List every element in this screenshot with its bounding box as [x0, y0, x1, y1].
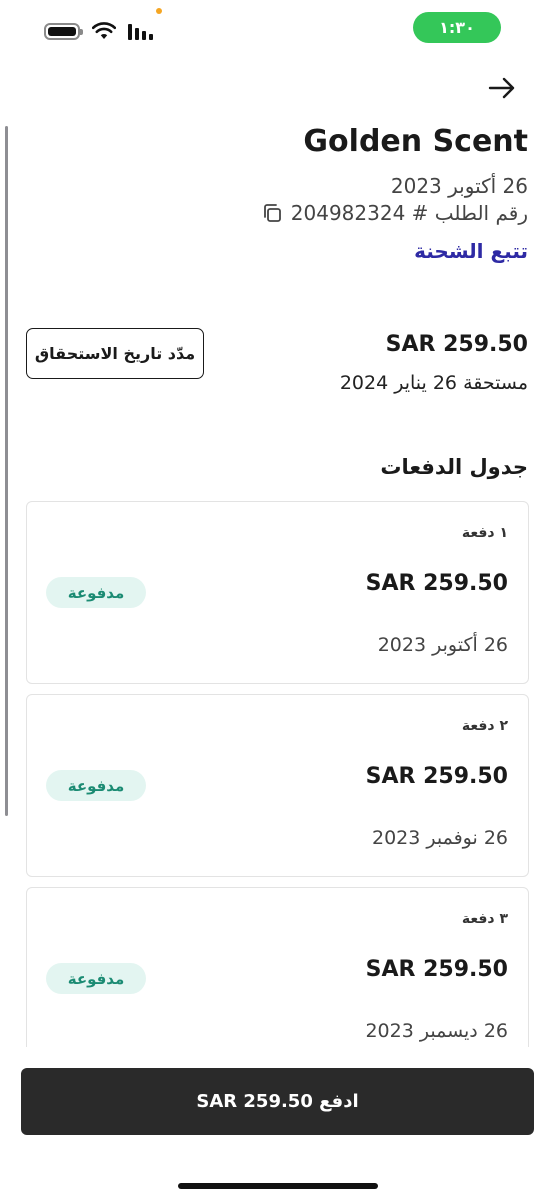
- status-time[interactable]: ١:٣٠: [413, 12, 501, 43]
- installment-label: ٣ دفعة: [461, 911, 508, 927]
- installment-date: 26 ديسمبر 2023: [365, 1020, 508, 1042]
- installment-label: ١ دفعة: [461, 525, 508, 541]
- copy-icon[interactable]: [261, 202, 283, 224]
- arrow-right-icon[interactable]: [487, 73, 517, 103]
- track-shipment-link[interactable]: تتبع الشحنة: [414, 239, 528, 263]
- installment-card: ٣ دفعة SAR 259.50 مدفوعة 26 ديسمبر 2023: [26, 887, 529, 1070]
- status-icons: [44, 20, 153, 42]
- installment-card: ٢ دفعة SAR 259.50 مدفوعة 26 نوفمبر 2023: [26, 694, 529, 877]
- status-badge: مدفوعة: [46, 963, 146, 994]
- status-badge: مدفوعة: [46, 770, 146, 801]
- wifi-icon: [92, 22, 116, 39]
- due-amount: SAR 259.50: [385, 332, 528, 357]
- signal-icon: [128, 22, 153, 40]
- due-date: مستحقة 26 يناير 2024: [339, 372, 528, 394]
- installment-amount: SAR 259.50: [365, 764, 508, 789]
- order-number: رقم الطلب # 204982324: [290, 201, 528, 225]
- installment-amount: SAR 259.50: [365, 957, 508, 982]
- installment-date: 26 نوفمبر 2023: [371, 827, 508, 849]
- battery-icon: [44, 22, 83, 40]
- scroll-indicator: [5, 126, 8, 816]
- installment-label: ٢ دفعة: [461, 718, 508, 734]
- pay-button[interactable]: ادفع SAR 259.50: [21, 1068, 534, 1135]
- installment-amount: SAR 259.50: [365, 571, 508, 596]
- installment-date: 26 أكتوبر 2023: [377, 634, 508, 656]
- status-badge: مدفوعة: [46, 577, 146, 608]
- extend-due-date-button[interactable]: مدّد تاريخ الاستحقاق: [26, 328, 204, 379]
- home-indicator[interactable]: [178, 1183, 378, 1189]
- page-title: Golden Scent: [303, 124, 528, 159]
- installment-card: ١ دفعة SAR 259.50 مدفوعة 26 أكتوبر 2023: [26, 501, 529, 684]
- order-number-row: رقم الطلب # 204982324: [261, 201, 528, 225]
- schedule-title: جدول الدفعات: [380, 455, 528, 479]
- order-date: 26 أكتوبر 2023: [390, 174, 528, 198]
- privacy-indicator-dot: [156, 8, 162, 14]
